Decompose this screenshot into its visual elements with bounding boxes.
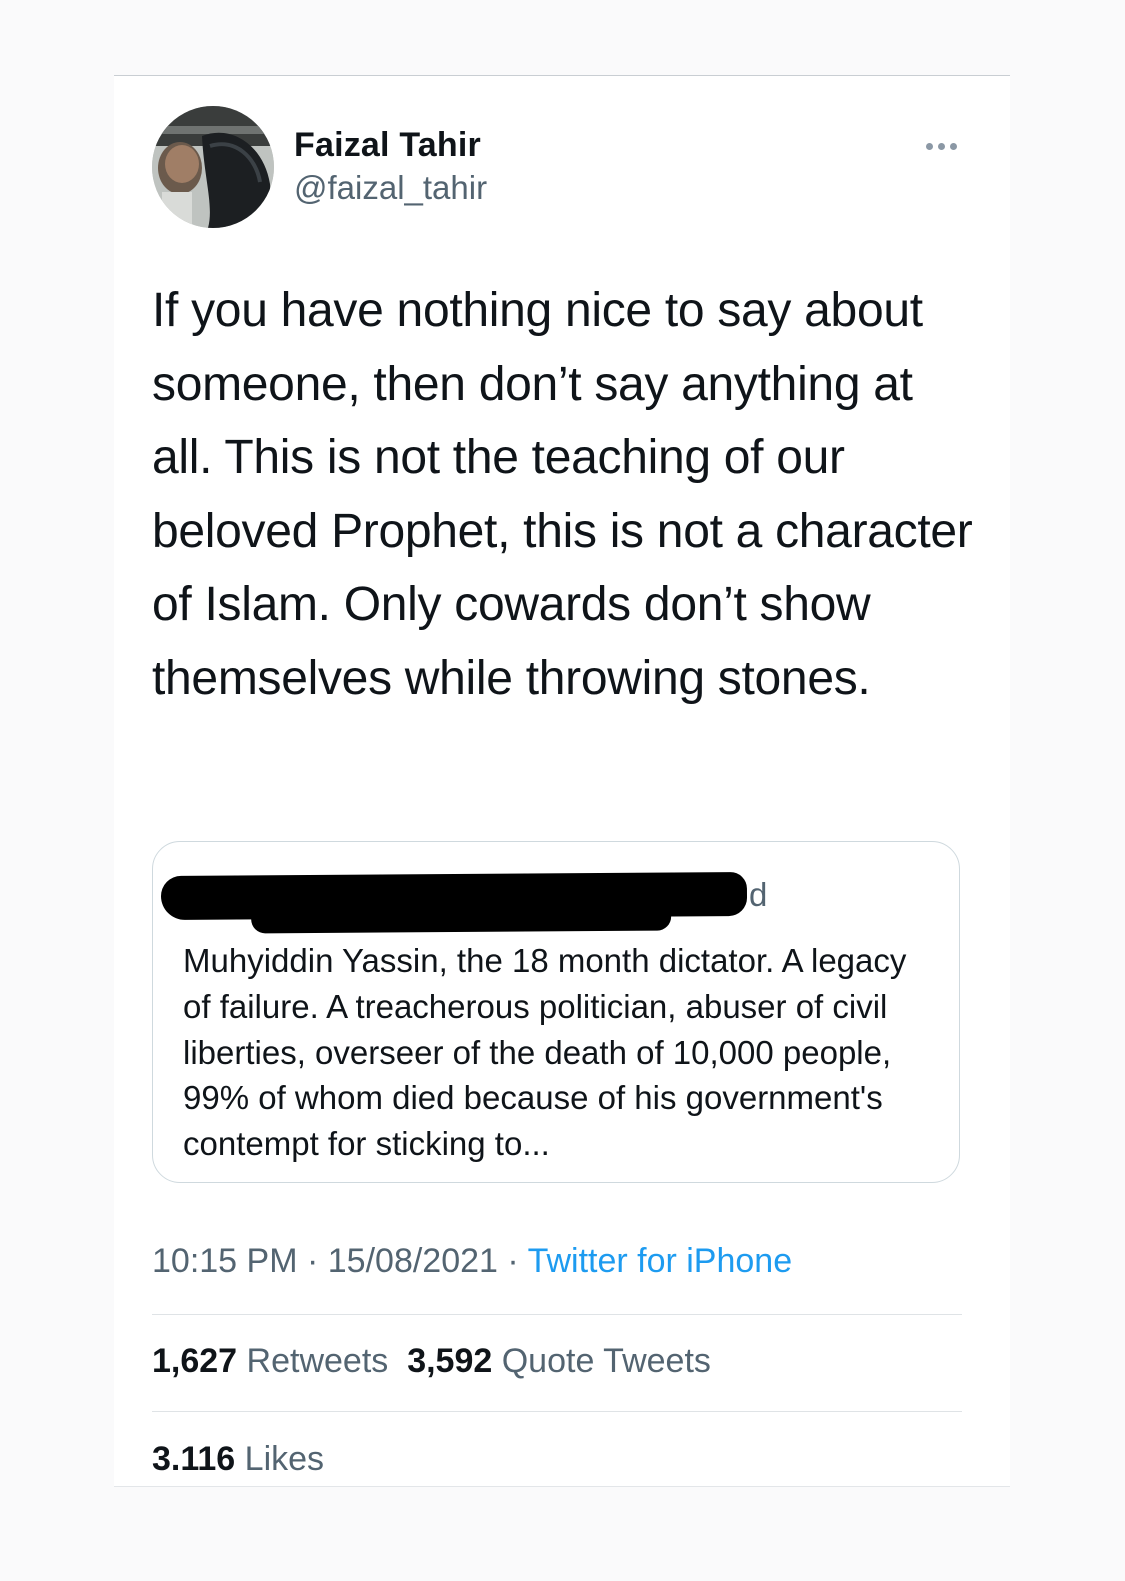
- tweet-card: Faizal Tahir @faizal_tahir If you have n…: [114, 75, 1010, 1487]
- quoted-tweet-time: d: [749, 876, 768, 913]
- author-name[interactable]: Faizal Tahir: [294, 126, 481, 165]
- divider: [152, 1411, 962, 1412]
- tweet-time: 10:15 PM: [152, 1242, 298, 1280]
- redacted-author: [160, 871, 748, 921]
- meta-separator: ·: [306, 1242, 319, 1280]
- likes-count: 3.116: [152, 1440, 236, 1478]
- quoted-tweet-text: Muhyiddin Yassin, the 18 month dictator.…: [183, 942, 907, 1163]
- meta-separator: ·: [507, 1242, 519, 1280]
- retweets-label: Retweets: [246, 1342, 389, 1380]
- quote-tweets-count: 3,592: [407, 1342, 493, 1380]
- author-avatar[interactable]: [152, 106, 274, 228]
- retweets-stat[interactable]: 1,627 Retweets: [152, 1342, 388, 1380]
- quote-tweets-stat[interactable]: 3,592 Quote Tweets: [407, 1342, 711, 1380]
- retweets-count: 1,627: [152, 1342, 238, 1380]
- quoted-tweet[interactable]: d Muhyiddin Yassin, the 18 month dictato…: [152, 841, 960, 1183]
- likes-label: Likes: [244, 1440, 325, 1478]
- likes-stat[interactable]: 3.116 Likes: [152, 1440, 324, 1478]
- avatar-image: [152, 106, 274, 228]
- tweet-date: 15/08/2021: [327, 1242, 498, 1280]
- tweet-meta: 10:15 PM · 15/08/2021 · Twitter for iPho…: [152, 1242, 792, 1281]
- tweet-source-link[interactable]: Twitter for iPhone: [528, 1242, 793, 1280]
- tweet-text: If you have nothing nice to say about so…: [152, 284, 973, 705]
- engagement-stats: 1,627 Retweets 3,592 Quote Tweets: [152, 1342, 711, 1381]
- more-horizontal-icon[interactable]: [922, 134, 962, 158]
- divider: [152, 1314, 962, 1315]
- author-handle[interactable]: @faizal_tahir: [294, 169, 487, 207]
- quote-tweets-label: Quote Tweets: [501, 1342, 711, 1380]
- likes-stats: 3.116 Likes: [152, 1440, 324, 1479]
